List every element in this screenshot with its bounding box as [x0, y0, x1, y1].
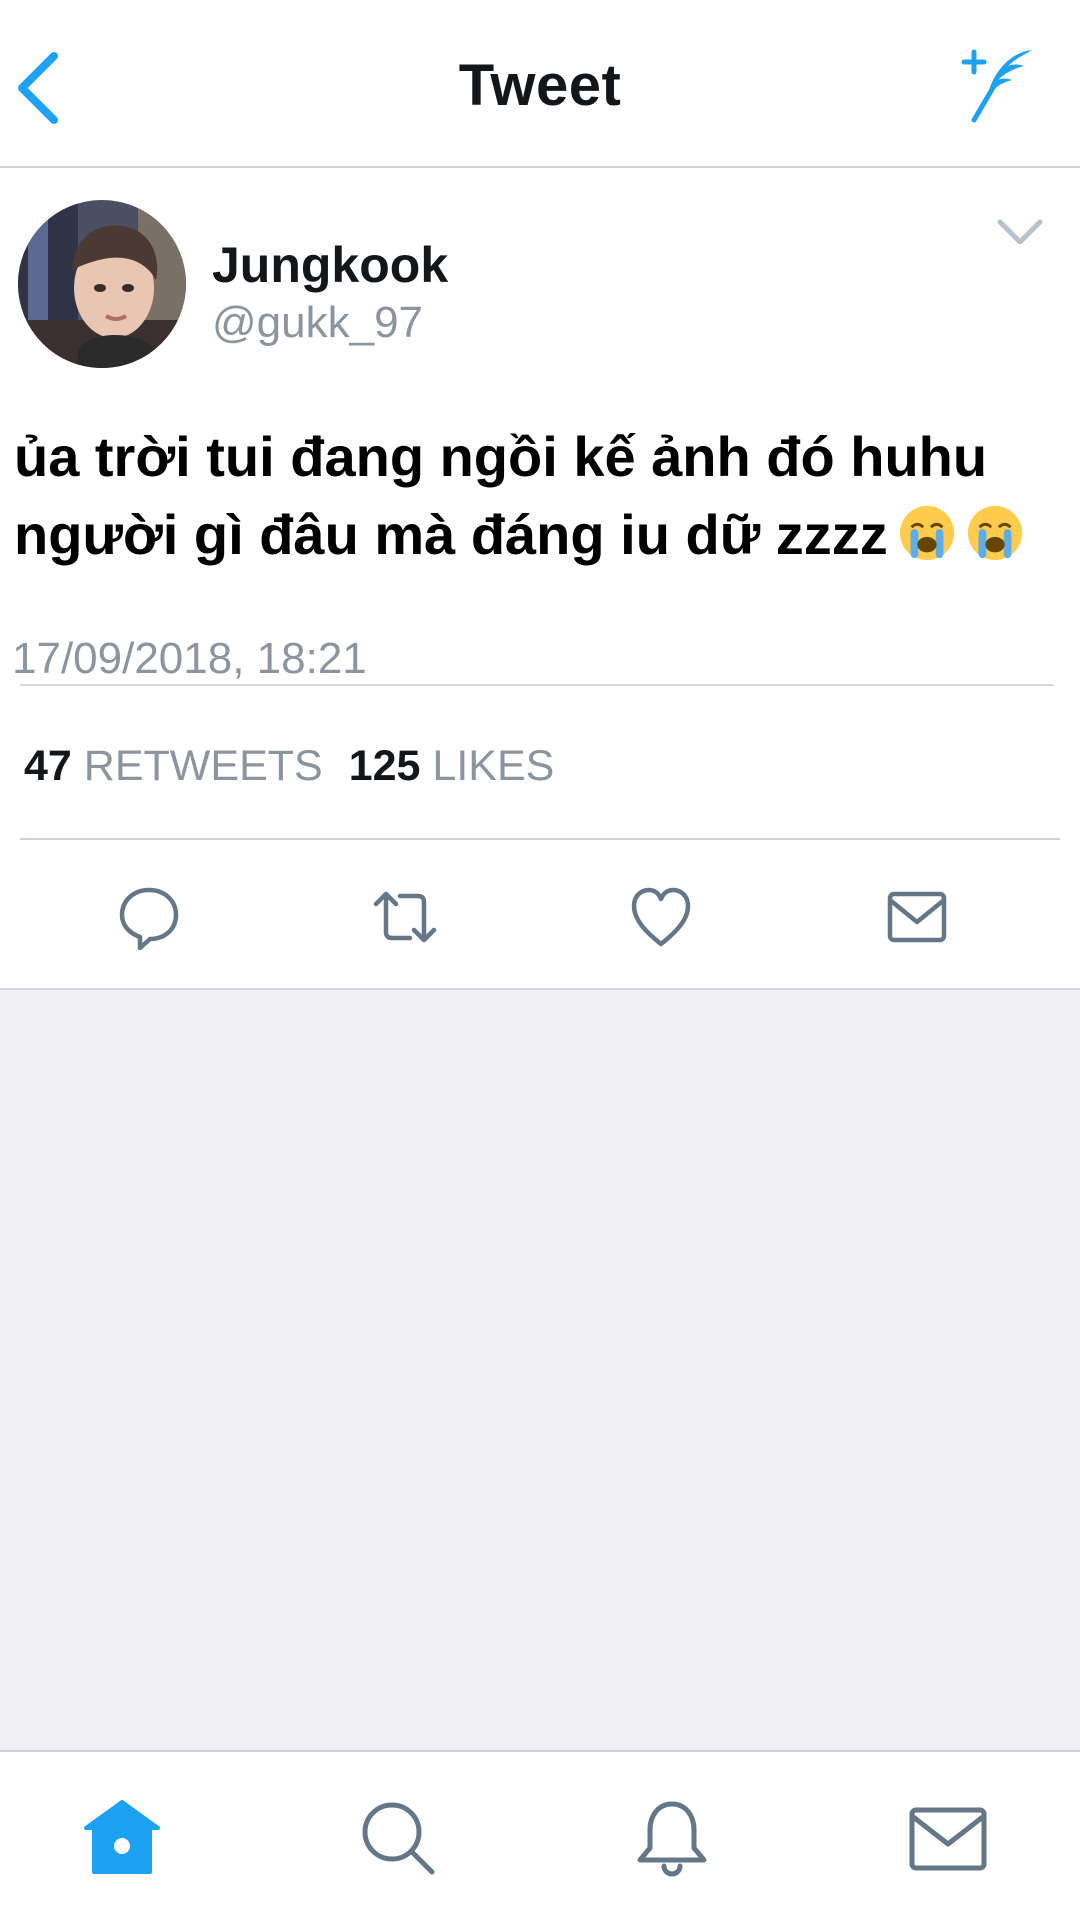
more-options-button[interactable] [990, 212, 1050, 252]
tab-home[interactable] [80, 1796, 164, 1880]
compose-quill-icon [961, 49, 1032, 123]
direct-message-button[interactable] [882, 882, 952, 952]
profile-photo [18, 200, 186, 368]
page-title: Tweet [458, 53, 622, 118]
tweet-action-bar [0, 840, 1080, 990]
notifications-bell-icon [637, 1801, 707, 1877]
loudly-crying-face-emoji-icon [899, 505, 954, 561]
tweet-detail-screen: Tweet Jungkook @gukk_97 ủa trời tui đang… [0, 0, 1080, 1920]
likes-label: LIKES [432, 742, 555, 790]
tweet-text-line-2-wrap: người gì đâu mà đáng iu dữ zzzz [14, 496, 1074, 574]
like-button[interactable] [626, 882, 696, 952]
direct-message-icon [887, 891, 947, 943]
search-icon [362, 1802, 435, 1875]
tab-messages[interactable] [906, 1796, 990, 1880]
compose-tweet-button[interactable] [950, 42, 1046, 126]
tweet-timestamp: 17/09/2018, 18:21 [12, 634, 367, 683]
chevron-down-icon [997, 219, 1043, 245]
reply-button[interactable] [114, 882, 184, 952]
home-icon [84, 1800, 160, 1874]
messages-envelope-icon [909, 1807, 987, 1871]
tweet-stats: 47 RETWEETS 125 LIKES [24, 742, 554, 791]
like-heart-icon [631, 887, 691, 947]
author-name[interactable]: Jungkook [212, 236, 448, 294]
retweet-button[interactable] [370, 882, 440, 952]
divider [20, 684, 1054, 686]
empty-replies-area [0, 988, 1080, 1752]
tab-search[interactable] [356, 1796, 440, 1880]
retweets-stat[interactable]: 47 RETWEETS [24, 742, 323, 790]
likes-stat[interactable]: 125 LIKES [349, 742, 555, 790]
author-handle[interactable]: @gukk_97 [212, 298, 423, 348]
likes-count: 125 [348, 742, 421, 790]
retweet-icon [373, 891, 437, 943]
tweet-text: ủa trời tui đang ngồi kế ảnh đó huhu ngư… [14, 418, 1074, 574]
reply-icon [119, 887, 179, 951]
bottom-tab-bar [0, 1750, 1080, 1920]
avatar[interactable] [18, 200, 186, 368]
loudly-crying-face-emoji-icon [967, 505, 1022, 561]
tab-notifications[interactable] [630, 1796, 714, 1880]
retweets-count: 47 [24, 742, 72, 790]
retweets-label: RETWEETS [83, 742, 323, 790]
tweet-text-line-2: người gì đâu mà đáng iu dữ zzzz [14, 503, 888, 566]
navigation-bar: Tweet [0, 0, 1080, 168]
tweet-text-line-1: ủa trời tui đang ngồi kế ảnh đó huhu [14, 425, 988, 488]
